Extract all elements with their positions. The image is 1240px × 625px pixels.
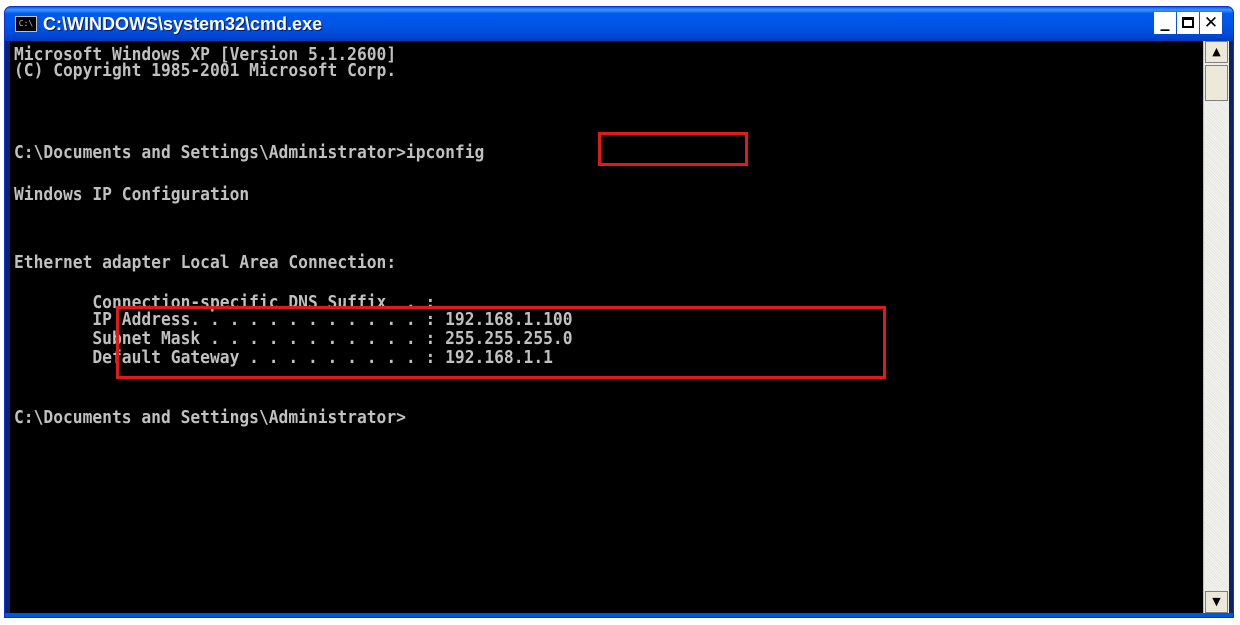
- vertical-scrollbar[interactable]: ▲ ▼: [1203, 41, 1229, 613]
- console-line: C:\Documents and Settings\Administrator>: [14, 408, 406, 428]
- scroll-thumb[interactable]: [1205, 65, 1228, 101]
- window-bottom-border: [5, 613, 1233, 617]
- scroll-up-button[interactable]: ▲: [1205, 41, 1228, 63]
- maximize-icon: [1182, 17, 1194, 28]
- console-line: Ethernet adapter Local Area Connection:: [14, 253, 397, 273]
- ip-settings-highlight: [116, 306, 886, 379]
- cmd-window: C:\ C:\WINDOWS\system32\cmd.exe _ ✕ Micr…: [4, 6, 1234, 618]
- console-line: C:\Documents and Settings\Administrator>…: [14, 143, 485, 163]
- console-output[interactable]: Microsoft Windows XP [Version 5.1.2600] …: [10, 41, 1203, 613]
- console-line: (C) Copyright 1985-2001 Microsoft Corp.: [14, 61, 397, 81]
- console-line: Windows IP Configuration: [14, 185, 250, 205]
- cmd-icon[interactable]: C:\: [15, 16, 37, 32]
- maximize-button[interactable]: [1177, 12, 1199, 34]
- scroll-down-button[interactable]: ▼: [1205, 591, 1228, 613]
- window-title: C:\WINDOWS\system32\cmd.exe: [43, 14, 323, 34]
- minimize-button[interactable]: _: [1154, 12, 1176, 34]
- close-button[interactable]: ✕: [1200, 12, 1222, 34]
- title-bar[interactable]: C:\ C:\WINDOWS\system32\cmd.exe _ ✕: [5, 7, 1233, 41]
- ipconfig-highlight: [598, 132, 748, 166]
